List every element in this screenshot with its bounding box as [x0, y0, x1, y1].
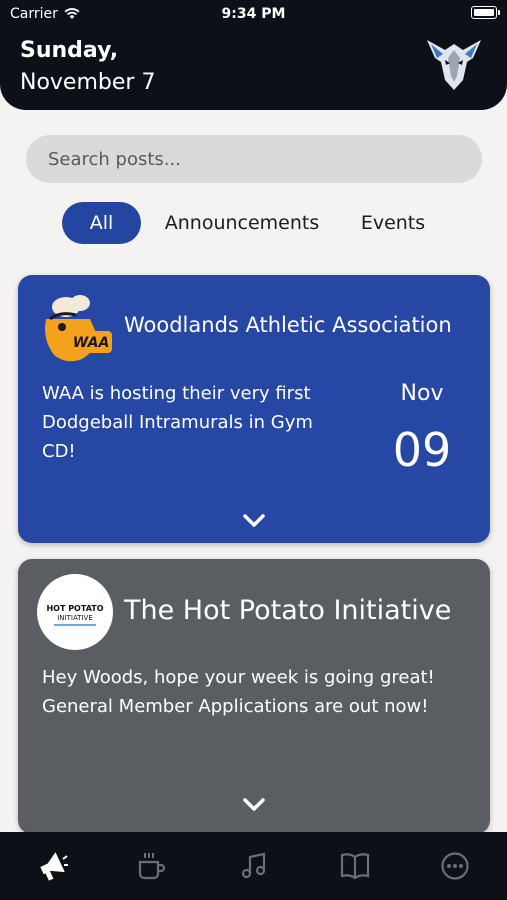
post-card[interactable]: HOT POTATO INITIATIVE The Hot Potato Ini… — [18, 559, 490, 834]
post-org-name: Woodlands Athletic Association — [124, 313, 452, 337]
search-placeholder: Search posts... — [48, 148, 181, 170]
chevron-down-icon[interactable] — [242, 797, 266, 813]
nav-music[interactable] — [236, 848, 272, 884]
header-date: November 7 — [20, 70, 156, 95]
tab-events[interactable]: Events — [348, 202, 438, 244]
megaphone-icon — [40, 852, 68, 881]
svg-text:WAA: WAA — [73, 335, 110, 351]
post-month: Nov — [400, 381, 444, 406]
post-text: Hey Woods, hope your week is going great… — [42, 667, 435, 717]
hot-potato-logo-icon: HOT POTATO INITIATIVE — [37, 574, 113, 650]
battery-icon — [471, 6, 500, 19]
post-card[interactable]: WAA Woodlands Athletic Association WAA i… — [18, 275, 490, 543]
more-icon — [441, 852, 469, 880]
header: Carrier 9:34 PM Sunday, November 7 — [0, 0, 507, 110]
nav-more[interactable] — [437, 848, 473, 884]
status-time: 9:34 PM — [221, 6, 286, 22]
music-note-icon — [241, 852, 266, 879]
nav-library[interactable] — [337, 848, 373, 884]
book-icon — [340, 853, 370, 880]
header-day: Sunday, — [20, 38, 119, 63]
nav-cafe[interactable] — [134, 848, 170, 884]
post-text: WAA is hosting their very first Dodgebal… — [42, 383, 313, 462]
search-input[interactable]: Search posts... — [26, 135, 482, 183]
nav-announcements[interactable] — [34, 848, 70, 884]
svg-text:HOT POTATO: HOT POTATO — [46, 604, 103, 613]
status-bar: Carrier 9:34 PM — [0, 4, 507, 26]
waa-logo-icon: WAA — [45, 295, 112, 362]
post-day: 09 — [392, 423, 452, 477]
bottom-nav — [0, 832, 507, 900]
wolf-logo-icon — [427, 40, 481, 90]
tab-all[interactable]: All — [62, 202, 141, 244]
post-org-name: The Hot Potato Initiative — [124, 595, 452, 626]
tab-announcements[interactable]: Announcements — [150, 202, 334, 244]
svg-text:INITIATIVE: INITIATIVE — [57, 614, 93, 622]
filter-tabs: All Announcements Events — [0, 202, 507, 244]
coffee-cup-icon — [138, 853, 166, 880]
chevron-down-icon[interactable] — [242, 513, 266, 529]
